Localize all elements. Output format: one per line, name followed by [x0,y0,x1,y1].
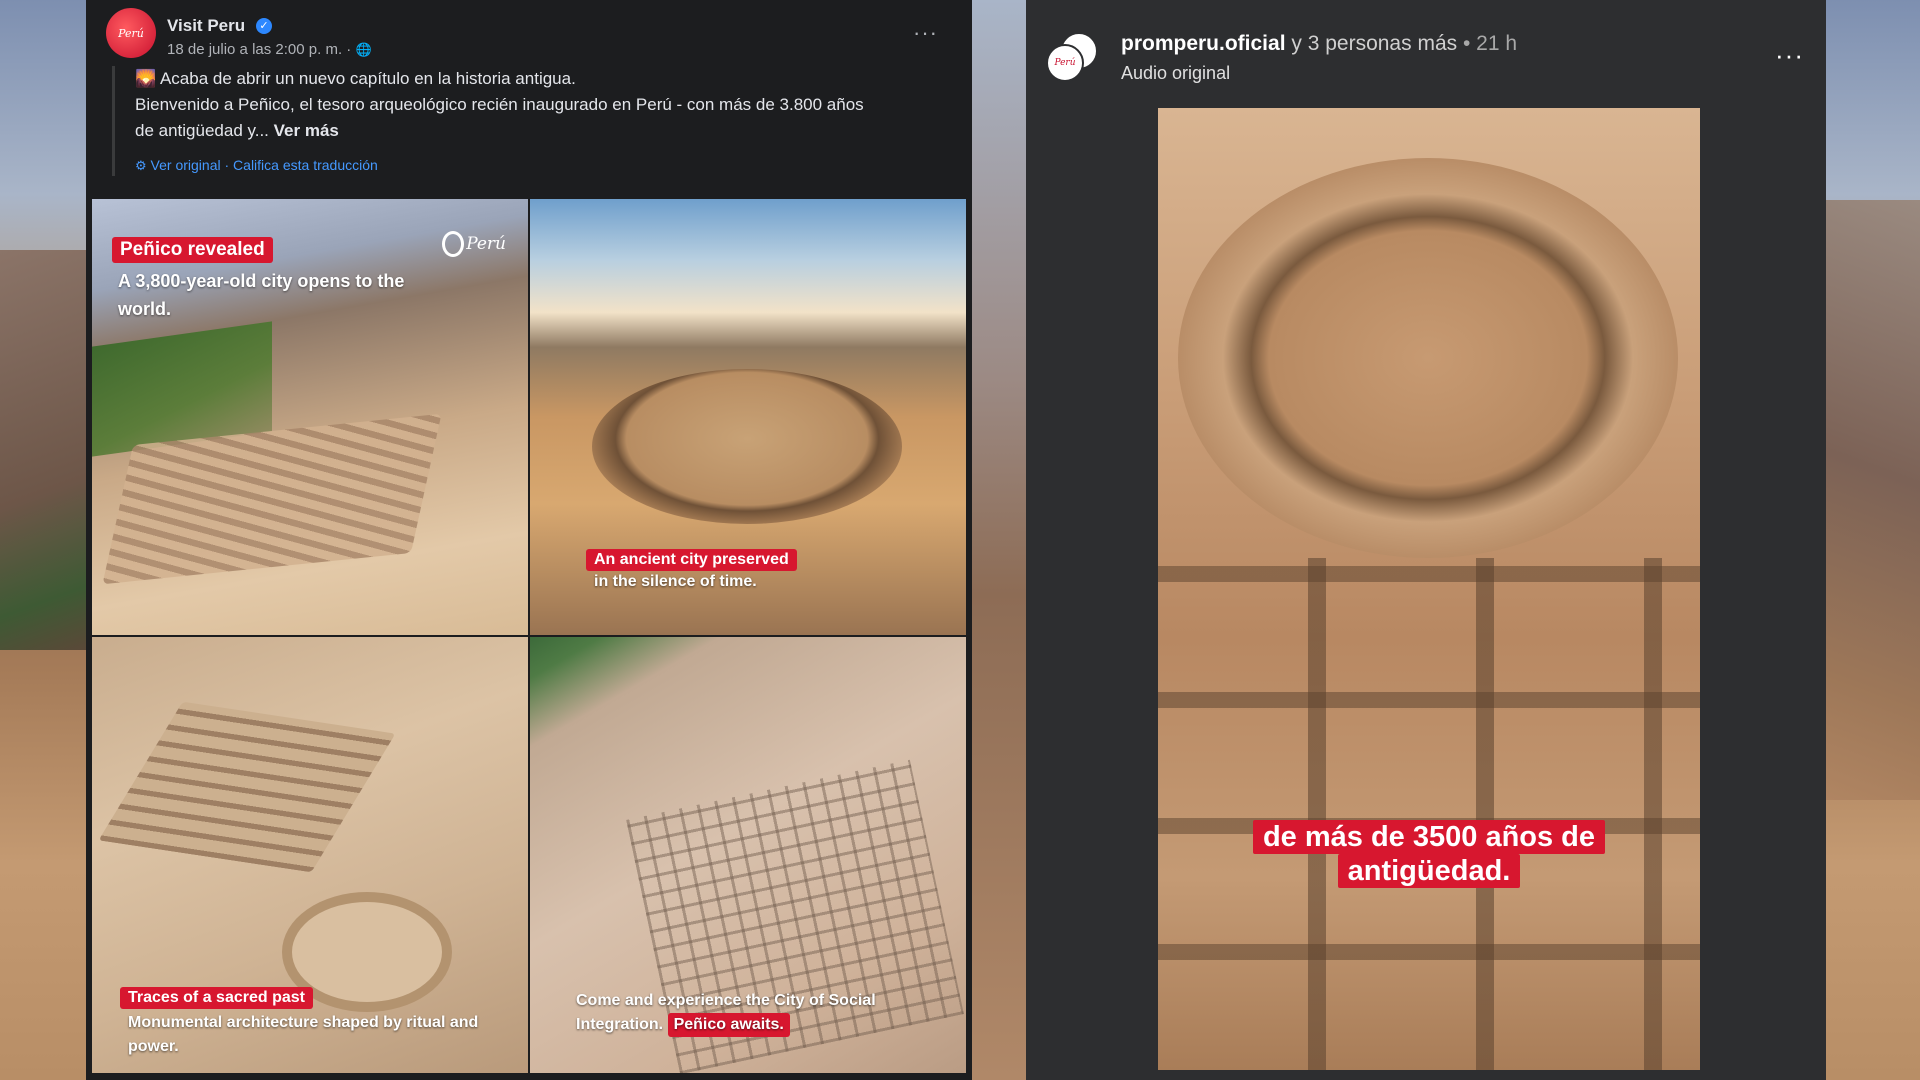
subtitle-line-1: de más de 3500 años de [1252,820,1606,854]
photo-tile-2[interactable]: An ancient city preserved in the silence… [530,199,966,635]
tile-4-caption: Come and experience the City of Social I… [576,989,956,1037]
post-text: 🌄 Acaba de abrir un nuevo capítulo en la… [112,66,952,176]
more-options-icon[interactable]: ··· [913,20,938,46]
facebook-post: Perú Visit Peru ✓ 18 de julio a las 2:00… [86,0,972,1080]
post-line-2: Bienvenido a Peñico, el tesoro arqueológ… [135,95,864,114]
post-line-1: 🌄 Acaba de abrir un nuevo capítulo en la… [135,66,952,92]
tile-1-subtitle: A 3,800-year-old city opens to the world… [118,271,405,319]
background-hills-left [0,250,90,650]
page-avatar[interactable]: Perú [106,8,156,58]
tile-4-highlight: Peñico awaits. [667,1013,790,1037]
time-separator: • [1462,32,1471,55]
page-name[interactable]: Visit Peru [167,16,245,36]
circular-plaza [592,369,902,524]
post-line-1-text: Acaba de abrir un nuevo capítulo en la h… [159,69,576,88]
post-line-3: de antigüedad y... Ver más [135,118,952,144]
translation-bar: ⚙ Ver original · Califica esta traducció… [135,152,952,179]
username-link[interactable]: promperu.oficial [1121,32,1286,55]
photo-grid: Peñico revealed A 3,800-year-old city op… [92,199,966,1074]
photo-tile-3[interactable]: Traces of a sacred past Monumental archi… [92,637,528,1073]
reel-post: Perú promperu.oficial y 3 personas más •… [1026,0,1826,1080]
more-options-icon[interactable]: ··· [1775,40,1804,71]
background-hills-right [1825,200,1920,800]
rate-translation-link[interactable]: Califica esta traducción [233,157,378,173]
video-subtitle: de más de 3500 años de antigüedad. [1158,820,1700,888]
avatar-primary: Perú [1046,44,1084,82]
tile-3-subtitle: Monumental architecture shaped by ritual… [128,1014,479,1055]
see-original-link[interactable]: Ver original [151,157,221,173]
reel-header: promperu.oficial y 3 personas más • 21 h [1121,32,1517,56]
peru-brand-logo: Perú [442,227,506,261]
photo-tile-4[interactable]: Come and experience the City of Social I… [530,637,966,1073]
audio-link[interactable]: Audio original [1121,63,1230,84]
reel-video[interactable]: de más de 3500 años de antigüedad. [1158,108,1700,1070]
peru-logo-text: Perú [466,234,506,254]
tile-3-title: Traces of a sacred past [120,987,313,1009]
tile-1-title: Peñico revealed [112,237,273,263]
verified-badge-icon: ✓ [256,18,272,34]
photo-tile-1[interactable]: Peñico revealed A 3,800-year-old city op… [92,199,528,635]
gear-icon: ⚙ [135,158,147,173]
circular-plaza-aerial [1178,158,1678,558]
post-date[interactable]: 18 de julio a las 2:00 p. m. · 🌐 [167,41,372,58]
post-line-3-text: de antigüedad y... [135,121,269,140]
background-strip-middle [970,0,1026,1080]
collaborators-text[interactable]: y 3 personas más [1291,32,1457,55]
stone-walls [1158,558,1700,1070]
subtitle-line-2: antigüedad. [1337,854,1521,888]
stepped-temple [98,701,396,873]
post-time: 21 h [1476,32,1518,55]
post-header: Perú Visit Peru ✓ 18 de julio a las 2:00… [106,8,956,68]
peru-swirl-icon [442,231,465,257]
post-date-text[interactable]: 18 de julio a las 2:00 p. m. · [167,41,351,58]
see-more-link[interactable]: Ver más [274,121,339,140]
tile-2-subtitle: in the silence of time. [594,573,757,590]
sunrise-icon: 🌄 [135,69,157,88]
collab-avatars[interactable]: Perú [1046,32,1098,82]
tile-2-title: An ancient city preserved [586,549,797,571]
globe-icon: 🌐 [355,42,372,57]
translation-separator: · [220,157,234,173]
